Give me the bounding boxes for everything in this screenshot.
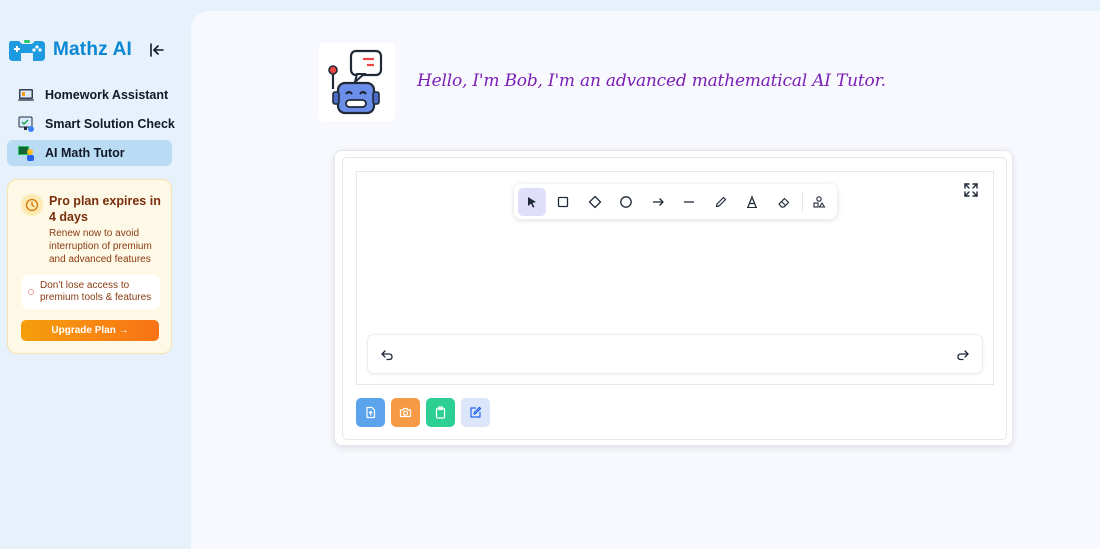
tool-more-shapes[interactable] [806, 188, 834, 216]
promo-note: Don't lose access to premium tools & fea… [22, 275, 160, 309]
tool-ellipse[interactable] [613, 188, 641, 216]
sidebar-nav: Homework Assistant Smart Solution Check … [7, 82, 175, 169]
tool-arrow[interactable] [644, 188, 672, 216]
main-panel: Hello, I'm Bob, I'm an advanced mathemat… [191, 11, 1100, 549]
eraser-icon [778, 197, 790, 208]
sidebar-item-label: Homework Assistant [45, 88, 169, 102]
upgrade-plan-button[interactable]: Upgrade Plan → [21, 320, 159, 341]
history-bar [367, 334, 983, 374]
robot-avatar-icon [319, 43, 395, 121]
document-upload-icon [366, 406, 376, 419]
edit-button[interactable] [461, 398, 490, 427]
sidebar: Mathz AI Homework Assistant Smart Soluti… [0, 0, 190, 549]
pointer-icon [527, 196, 536, 208]
clipboard-button[interactable] [426, 398, 455, 427]
promo-description: Renew now to avoid interruption of premi… [49, 228, 152, 265]
whiteboard-card [334, 150, 1013, 446]
pencil-icon [715, 196, 727, 207]
tool-line[interactable] [676, 188, 704, 216]
line-icon [684, 200, 695, 203]
tool-eraser[interactable] [770, 188, 798, 216]
redo-icon[interactable] [956, 348, 970, 362]
collapse-sidebar-icon[interactable] [148, 41, 166, 59]
undo-icon[interactable] [380, 348, 394, 362]
whiteboard-canvas[interactable] [356, 171, 994, 385]
sidebar-item-label: AI Math Tutor [45, 146, 125, 160]
whiteboard-frame [342, 157, 1007, 440]
toolbar-divider [801, 191, 803, 212]
gamepad-logo-icon [9, 40, 45, 61]
promo-note-text: Don't lose access to premium tools & fea… [40, 279, 152, 304]
tool-draw[interactable] [707, 188, 735, 216]
upload-document-button[interactable] [356, 398, 385, 427]
clipboard-icon [435, 406, 446, 419]
action-buttons [356, 398, 496, 427]
arrow-icon [652, 197, 664, 206]
edit-icon [470, 406, 482, 418]
tutor-board-icon [18, 146, 34, 161]
text-icon [747, 194, 758, 208]
drawing-toolbar [514, 184, 837, 219]
circle-icon [620, 195, 633, 208]
brand[interactable]: Mathz AI [7, 36, 132, 64]
tool-rectangle[interactable] [550, 188, 578, 216]
sidebar-item-ai-math-tutor[interactable]: AI Math Tutor [7, 140, 172, 166]
camera-icon [399, 407, 412, 418]
promo-title: Pro plan expires in 4 days [49, 194, 161, 224]
camera-button[interactable] [391, 398, 420, 427]
sidebar-item-smart-solution-check[interactable]: Smart Solution Check [7, 111, 175, 137]
rectangle-icon [558, 196, 569, 207]
tool-diamond[interactable] [581, 188, 609, 216]
sidebar-item-label: Smart Solution Check [45, 117, 175, 131]
tool-select[interactable] [518, 187, 546, 216]
shapes-icon [813, 195, 826, 208]
clock-icon [21, 194, 43, 216]
diamond-icon [588, 195, 602, 208]
monitor-check-icon [18, 116, 34, 132]
warning-dot-icon [28, 289, 34, 295]
laptop-book-icon [18, 89, 34, 101]
brand-name: Mathz AI [53, 39, 133, 60]
tutor-greeting: Hello, I'm Bob, I'm an advanced mathemat… [417, 71, 886, 91]
sidebar-item-homework-assistant[interactable]: Homework Assistant [7, 82, 172, 108]
fullscreen-icon[interactable] [963, 182, 979, 198]
tool-text[interactable] [739, 188, 767, 216]
pro-plan-card: Pro plan expires in 4 days Renew now to … [7, 179, 172, 354]
